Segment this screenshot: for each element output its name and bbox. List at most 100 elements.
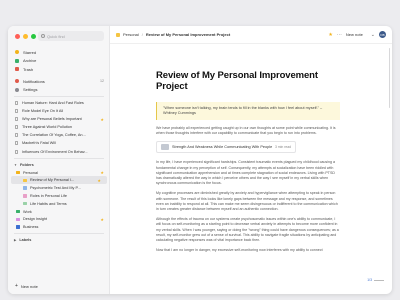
folder-icon <box>16 209 20 214</box>
new-note-top-button[interactable]: New note <box>346 32 363 37</box>
document-icon <box>15 125 18 130</box>
breadcrumb: Personal / Review of My Personal Improve… <box>116 32 230 37</box>
star-icon[interactable]: ★ <box>97 178 101 183</box>
sidebar-nav: Starred Archive Trash Notifications 12 S… <box>8 48 110 244</box>
star-icon[interactable]: ★ <box>100 117 104 122</box>
document-icon <box>15 141 18 146</box>
chevron-down-icon[interactable]: ⌄ <box>371 32 375 38</box>
page-indicator[interactable]: 1/3 <box>367 278 384 282</box>
avatar[interactable]: DB <box>379 31 386 38</box>
sidebar-item-label: Trash <box>23 66 34 72</box>
maximize-window-button[interactable] <box>31 34 36 39</box>
paragraph[interactable]: In my life, I have experienced significa… <box>156 160 340 186</box>
folder-item-psychometric[interactable]: Psychometric Test And My P... <box>8 184 110 192</box>
sidebar-item-archive[interactable]: Archive <box>8 57 110 66</box>
editor-pane: Personal / Review of My Personal Improve… <box>110 26 392 294</box>
paragraph[interactable]: We have probably all experienced getting… <box>156 126 340 136</box>
doc-title: Influences Of Environment On Behav... <box>22 149 88 154</box>
plus-icon: + <box>15 283 18 289</box>
doc-title: The Correlation Of Yoga, Coffee, An... <box>22 133 86 138</box>
link-meta: 3 min read <box>274 145 291 150</box>
folder-item-design[interactable]: Design Insight ★ <box>8 215 110 223</box>
folder-label: Personal <box>23 170 38 175</box>
folder-label: Life Habits and Terms <box>30 201 67 206</box>
doc-list-item[interactable]: Influences Of Environment On Behav... <box>8 148 110 156</box>
trash-icon <box>15 67 19 72</box>
folders-header[interactable]: ▼ Folders <box>8 161 110 169</box>
search-placeholder: Quick find <box>47 33 65 39</box>
sidebar-item-label: Notifications <box>23 78 45 84</box>
breadcrumb-current: Review of My Personal Improvement Projec… <box>145 32 231 37</box>
folder-label: Work <box>23 209 32 214</box>
paragraph[interactable]: Although the effects of trauma on our sy… <box>156 217 340 243</box>
page-number: 1/3 <box>367 278 372 282</box>
note-icon <box>23 178 27 183</box>
sidebar-item-settings[interactable]: Settings <box>8 85 110 94</box>
search-input[interactable]: Quick find <box>38 31 104 41</box>
doc-title: Three Against World Pollution <box>22 125 72 130</box>
note-icon <box>23 194 27 198</box>
link-title: Strength And Weakness While Communicatin… <box>172 145 273 150</box>
folder-item-roles[interactable]: Roles in Personal Life <box>8 192 110 200</box>
breadcrumb-separator: / <box>141 32 143 37</box>
page-title[interactable]: Review of My Personal Improvement Projec… <box>156 70 340 92</box>
folder-icon <box>16 217 20 222</box>
doc-list-item[interactable]: Why are Personal Beliefs Important ★ <box>8 115 110 123</box>
labels-label: Labels <box>19 238 32 242</box>
folder-item-personal[interactable]: Personal ★ <box>8 169 110 177</box>
divider <box>14 95 104 97</box>
document-icon <box>15 101 18 106</box>
doc-title: Role Model Eye On It All <box>22 109 64 114</box>
archive-icon <box>15 58 19 63</box>
folder-label: Design Insight <box>23 217 48 222</box>
star-icon[interactable]: ★ <box>100 217 104 222</box>
quote-block[interactable]: "When someone isn't talking, my brain te… <box>156 102 340 120</box>
divider <box>14 157 104 159</box>
close-window-button[interactable] <box>15 34 20 39</box>
doc-title: Human Nature: Hard And Fast Rules <box>22 101 84 106</box>
document-content: Review of My Personal Improvement Projec… <box>156 70 340 258</box>
folder-label: Psychometric Test And My P... <box>30 186 81 191</box>
folder-label: Roles in Personal Life <box>30 193 67 198</box>
star-icon[interactable]: ★ <box>328 32 332 38</box>
document-icon <box>15 133 18 138</box>
doc-list-item[interactable]: Three Against World Pollution <box>8 123 110 131</box>
document-icon <box>15 109 18 114</box>
minimize-window-button[interactable] <box>23 34 28 39</box>
folder-item-review[interactable]: Review of My Personal I... ★ <box>11 176 107 185</box>
sidebar-item-starred[interactable]: Starred <box>8 48 110 57</box>
doc-list-item[interactable]: Macbeth's Fatal Will <box>8 139 110 147</box>
doc-title: Why are Personal Beliefs Important <box>22 117 82 122</box>
doc-list-item[interactable]: The Correlation Of Yoga, Coffee, An... <box>8 131 110 139</box>
window-controls <box>15 34 36 39</box>
folder-item-habits[interactable]: Life Habits and Terms <box>8 200 110 208</box>
new-note-button[interactable]: + New note <box>15 283 38 289</box>
link-thumbnail <box>161 144 169 151</box>
top-bar: Personal / Review of My Personal Improve… <box>110 26 392 44</box>
chevron-right-icon: ▶ <box>14 238 17 242</box>
sidebar-item-notifications[interactable]: Notifications 12 <box>8 77 110 86</box>
folders-label: Folders <box>19 162 34 167</box>
star-icon[interactable]: ★ <box>100 170 104 175</box>
notification-count: 12 <box>100 79 104 84</box>
scrollbar[interactable] <box>388 48 390 108</box>
doc-list-item[interactable]: Role Model Eye On It All <box>8 107 110 115</box>
paragraph[interactable]: My cognitive processes are diminished gr… <box>156 191 340 212</box>
more-icon[interactable]: ⋯ <box>337 32 342 38</box>
folder-icon <box>16 225 20 229</box>
note-icon <box>23 201 27 206</box>
link-card[interactable]: Strength And Weakness While Communicatin… <box>156 141 296 154</box>
breadcrumb-parent[interactable]: Personal <box>123 32 139 37</box>
folder-icon <box>116 32 120 37</box>
page-track <box>374 279 384 281</box>
paragraph[interactable]: Now that I am no longer in danger, my ex… <box>156 248 340 253</box>
sidebar-item-trash[interactable]: Trash <box>8 65 110 74</box>
topbar-actions: ★ ⋯ New note ⌄ DB <box>328 31 386 38</box>
doc-list-item[interactable]: Human Nature: Hard And Fast Rules <box>8 99 110 107</box>
folder-item-work[interactable]: Work <box>8 208 110 216</box>
sidebar-item-label: Starred <box>23 49 37 55</box>
search-icon <box>41 34 45 38</box>
bell-icon <box>15 79 19 84</box>
labels-header[interactable]: ▶ Labels <box>8 236 110 244</box>
folder-item-business[interactable]: Business <box>8 223 110 231</box>
